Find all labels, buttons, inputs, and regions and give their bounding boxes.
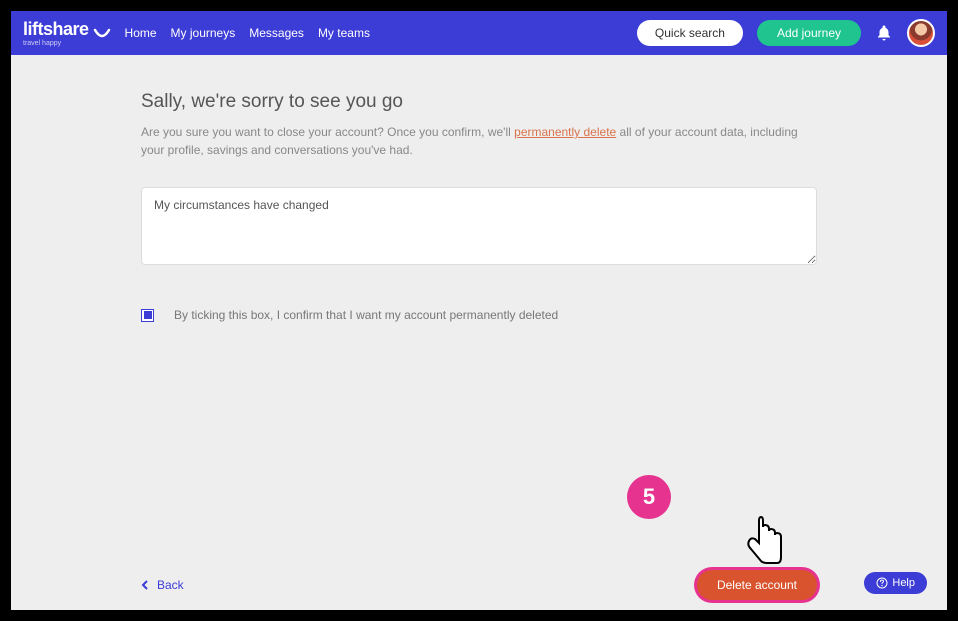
- smile-icon: [93, 28, 111, 42]
- subtitle-before: Are you sure you want to close your acco…: [141, 125, 514, 139]
- nav: Home My journeys Messages My teams: [125, 26, 370, 40]
- bell-icon[interactable]: [875, 24, 893, 42]
- nav-home[interactable]: Home: [125, 26, 157, 40]
- logo-tagline: travel happy: [23, 40, 61, 47]
- main-content: Sally, we're sorry to see you go Are you…: [11, 55, 947, 610]
- nav-my-journeys[interactable]: My journeys: [171, 26, 236, 40]
- avatar[interactable]: [907, 19, 935, 47]
- logo-text: liftshare: [23, 20, 89, 38]
- logo[interactable]: liftshare travel happy: [23, 20, 111, 47]
- confirm-checkbox-row: By ticking this box, I confirm that I wa…: [141, 308, 817, 322]
- delete-account-button[interactable]: Delete account: [697, 570, 817, 600]
- help-button[interactable]: Help: [864, 572, 927, 594]
- help-label: Help: [892, 577, 915, 589]
- permanently-delete-link[interactable]: permanently delete: [514, 125, 616, 139]
- add-journey-button[interactable]: Add journey: [757, 20, 861, 46]
- confirmation-text: Are you sure you want to close your acco…: [141, 123, 817, 159]
- nav-my-teams[interactable]: My teams: [318, 26, 370, 40]
- confirm-checkbox[interactable]: [141, 309, 154, 322]
- chevron-left-icon: [141, 580, 149, 590]
- annotation-step-badge: 5: [627, 475, 671, 519]
- header-bar: liftshare travel happy Home My journeys …: [11, 11, 947, 55]
- nav-messages[interactable]: Messages: [249, 26, 304, 40]
- footer-bar: Back Delete account: [11, 570, 947, 600]
- page-title: Sally, we're sorry to see you go: [141, 91, 817, 113]
- reason-textarea[interactable]: [141, 187, 817, 265]
- app-frame: liftshare travel happy Home My journeys …: [8, 8, 950, 613]
- back-button[interactable]: Back: [141, 578, 184, 592]
- help-icon: [876, 577, 888, 589]
- quick-search-button[interactable]: Quick search: [637, 20, 743, 46]
- back-label: Back: [157, 578, 184, 592]
- checkbox-checked-icon: [144, 311, 152, 319]
- confirm-checkbox-label: By ticking this box, I confirm that I wa…: [174, 308, 558, 322]
